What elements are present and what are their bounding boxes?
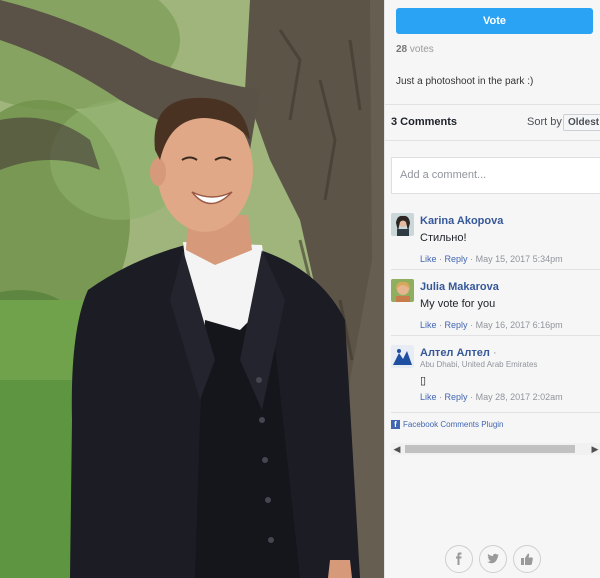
comment-item: Алтел Алтел · Abu Dhabi, United Arab Emi… (391, 345, 600, 411)
comment-actions: Like · Reply · May 15, 2017 5:34pm (420, 254, 563, 264)
comment-text: ▯ (420, 375, 427, 387)
comment-timestamp[interactable]: May 15, 2017 5:34pm (476, 254, 563, 264)
sort-label: Sort by (527, 116, 562, 128)
scroll-left-arrow-icon[interactable]: ◀ (391, 443, 403, 455)
comment-actions: Like · Reply · May 28, 2017 2:02am (420, 392, 563, 402)
comment-input[interactable]: Add a comment... (391, 157, 600, 194)
thumbs-up-icon (521, 553, 533, 565)
vote-count: 28 votes (396, 44, 434, 55)
comment-timestamp[interactable]: May 28, 2017 2:02am (476, 392, 563, 402)
separator-dot: · (470, 320, 474, 330)
comment-author[interactable]: Karina Akopova (420, 215, 503, 227)
facebook-comments-plugin-link[interactable]: f Facebook Comments Plugin (391, 420, 504, 429)
reply-link[interactable]: Reply (445, 320, 468, 330)
divider (391, 412, 600, 413)
horizontal-scrollbar[interactable]: ◀ ▶ (391, 443, 600, 455)
facebook-icon (456, 552, 462, 565)
separator-dot: · (439, 392, 443, 402)
share-like-button[interactable] (513, 545, 541, 573)
separator-dot: · (470, 254, 474, 264)
divider (391, 269, 600, 270)
separator-dot: · (439, 254, 443, 264)
share-facebook-button[interactable] (445, 545, 473, 573)
like-link[interactable]: Like (420, 254, 437, 264)
avatar[interactable] (391, 279, 414, 302)
separator-dot: · (492, 347, 497, 359)
avatar[interactable] (391, 213, 414, 236)
avatar[interactable] (391, 345, 414, 368)
comments-count: 3 Comments (391, 116, 458, 128)
like-link[interactable]: Like (420, 392, 437, 402)
side-panel: Vote 28 votes Just a photoshoot in the p… (384, 0, 600, 578)
separator-dot: · (470, 392, 474, 402)
comment-text: Стильно! (420, 232, 467, 244)
divider (391, 335, 600, 336)
share-twitter-button[interactable] (479, 545, 507, 573)
comment-author[interactable]: Алтел Алтел (420, 347, 490, 359)
reply-link[interactable]: Reply (445, 392, 468, 402)
divider (385, 104, 600, 105)
vote-count-number: 28 (396, 44, 408, 55)
separator-dot: · (439, 320, 443, 330)
comment-author-location: Abu Dhabi, United Arab Emirates (420, 360, 538, 369)
comment-author[interactable]: Julia Makarova (420, 281, 499, 293)
vote-button[interactable]: Vote (396, 8, 593, 34)
portrait-photo-illustration (0, 0, 384, 578)
facebook-icon: f (391, 420, 400, 429)
twitter-icon (487, 553, 499, 564)
comment-actions: Like · Reply · May 16, 2017 6:16pm (420, 320, 563, 330)
contest-photo (0, 0, 384, 578)
scroll-right-arrow-icon[interactable]: ▶ (589, 443, 600, 455)
comment-timestamp[interactable]: May 16, 2017 6:16pm (476, 320, 563, 330)
like-link[interactable]: Like (420, 320, 437, 330)
reply-link[interactable]: Reply (445, 254, 468, 264)
vote-count-suffix: votes (409, 44, 434, 55)
divider (385, 140, 600, 141)
scrollbar-thumb[interactable] (405, 445, 575, 453)
sort-select[interactable]: Oldest (563, 114, 600, 131)
comment-author-line: Алтел Алтел · (420, 347, 497, 359)
plugin-label: Facebook Comments Plugin (403, 420, 504, 429)
comment-text: My vote for you (420, 298, 496, 310)
photo-description: Just a photoshoot in the park :) (396, 76, 534, 87)
